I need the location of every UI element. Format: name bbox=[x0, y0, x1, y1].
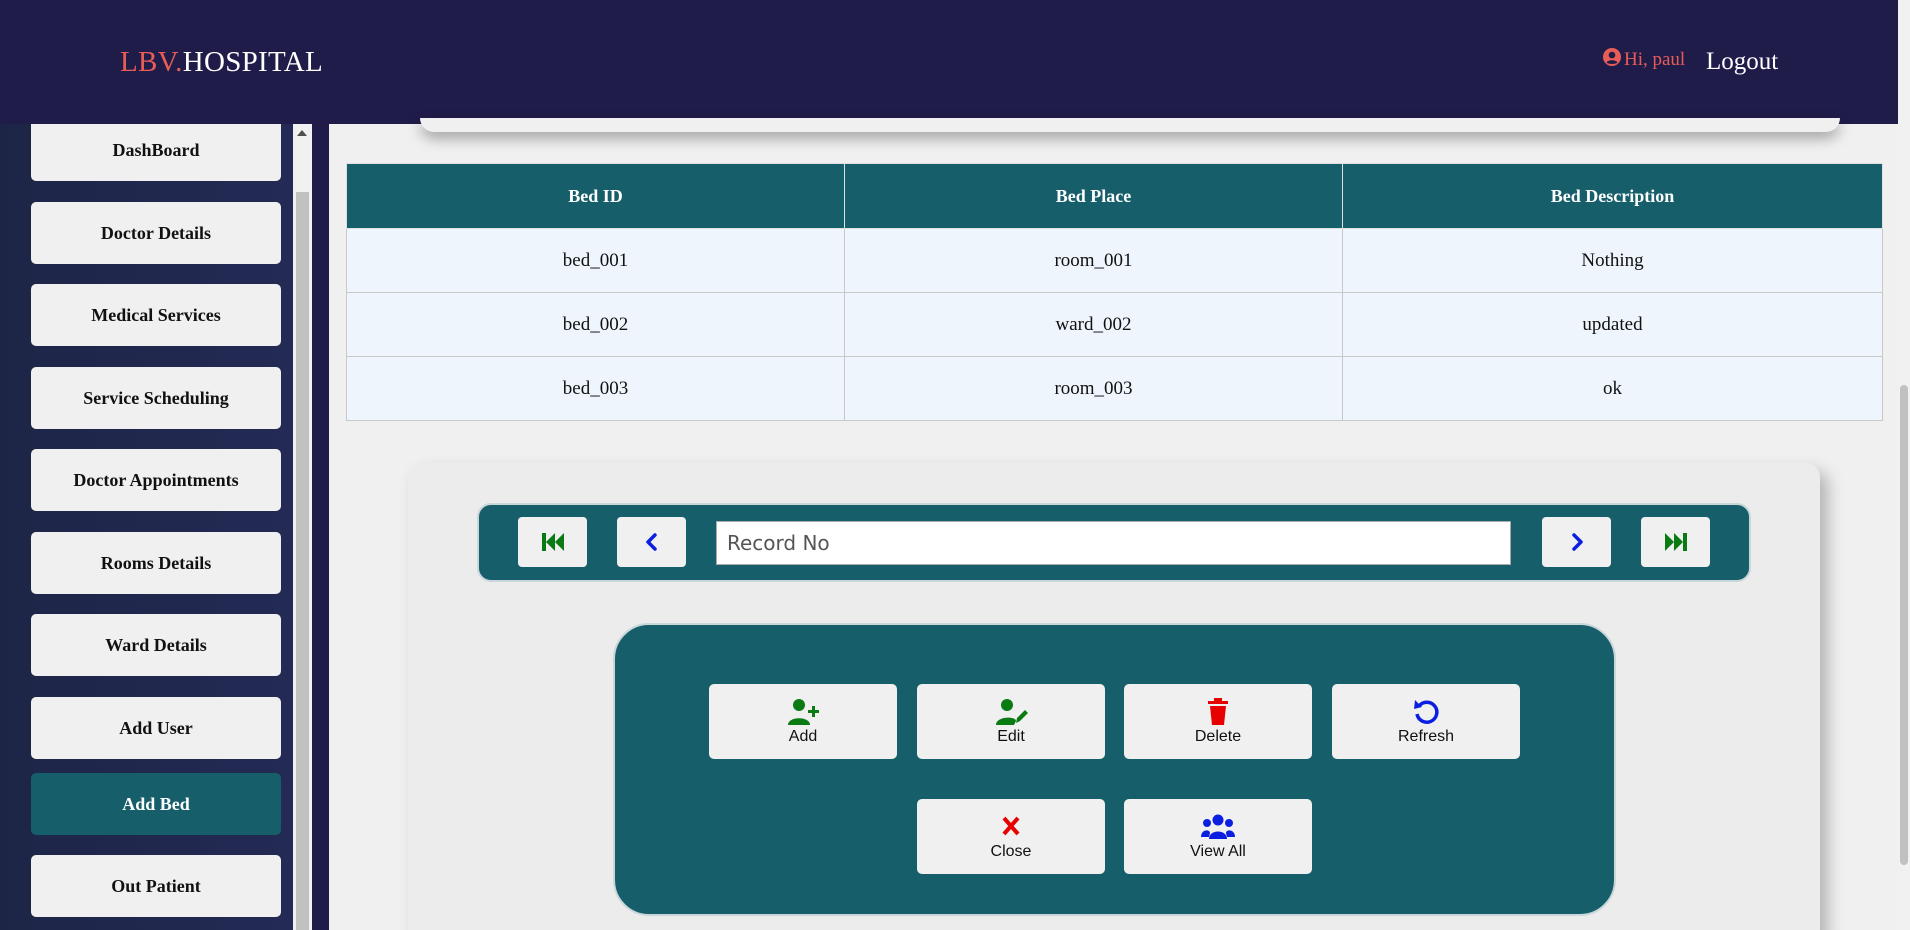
edit-button[interactable]: Edit bbox=[917, 684, 1105, 759]
bed-table: Bed ID Bed Place Bed Description bed_001… bbox=[346, 163, 1883, 421]
brand-logo[interactable]: LBV.HOSPITAL bbox=[120, 46, 323, 79]
refresh-icon bbox=[1414, 699, 1439, 724]
sidebar-item-doctor-appointments[interactable]: Doctor Appointments bbox=[31, 449, 281, 511]
cell-bed-description: ok bbox=[1342, 356, 1883, 421]
main-divider bbox=[312, 124, 329, 930]
user-plus-icon bbox=[788, 698, 819, 725]
column-header-bed-description[interactable]: Bed Description bbox=[1342, 163, 1883, 229]
sidebar-item-out-patient[interactable]: Out Patient bbox=[31, 855, 281, 917]
logout-link[interactable]: Logout bbox=[1706, 48, 1778, 76]
column-header-bed-id[interactable]: Bed ID bbox=[346, 163, 845, 229]
cell-bed-description: Nothing bbox=[1342, 228, 1883, 293]
next-record-icon bbox=[1571, 533, 1583, 551]
table-row[interactable]: bed_002 ward_002 updated bbox=[346, 292, 1883, 357]
cell-bed-id: bed_001 bbox=[346, 228, 845, 293]
first-record-button[interactable] bbox=[518, 517, 587, 567]
top-header: LBV.HOSPITAL Hi, paul Logout bbox=[0, 0, 1898, 124]
sidebar-item-add-user[interactable]: Add User bbox=[31, 697, 281, 759]
sidebar: DashBoard Doctor Details Medical Service… bbox=[0, 124, 293, 930]
refresh-button[interactable]: Refresh bbox=[1332, 684, 1520, 759]
page-scrollbar[interactable] bbox=[1898, 0, 1910, 930]
sidebar-item-dashboard[interactable]: DashBoard bbox=[31, 124, 281, 181]
page-scrollbar-thumb[interactable] bbox=[1900, 385, 1908, 865]
delete-label: Delete bbox=[1194, 727, 1242, 745]
table-header-row: Bed ID Bed Place Bed Description bbox=[346, 163, 1883, 229]
close-button[interactable]: Close bbox=[917, 799, 1105, 874]
user-greeting[interactable]: Hi, paul bbox=[1602, 48, 1686, 71]
cell-bed-id: bed_003 bbox=[346, 356, 845, 421]
first-record-icon bbox=[541, 533, 564, 551]
refresh-label: Refresh bbox=[1397, 727, 1455, 745]
brand-prefix: LBV. bbox=[120, 46, 183, 78]
user-circle-icon bbox=[1603, 48, 1621, 66]
trash-icon bbox=[1208, 697, 1228, 725]
close-icon bbox=[1002, 816, 1020, 835]
cell-bed-place: room_003 bbox=[844, 356, 1343, 421]
sidebar-scrollbar-thumb[interactable] bbox=[296, 192, 309, 930]
user-edit-icon bbox=[996, 698, 1028, 725]
cell-bed-place: room_001 bbox=[844, 228, 1343, 293]
delete-button[interactable]: Delete bbox=[1124, 684, 1312, 759]
scroll-up-arrow-icon[interactable] bbox=[297, 130, 307, 136]
previous-record-button[interactable] bbox=[617, 517, 686, 567]
next-record-button[interactable] bbox=[1542, 517, 1611, 567]
last-record-button[interactable] bbox=[1641, 517, 1710, 567]
sidebar-item-add-bed[interactable]: Add Bed bbox=[31, 773, 281, 835]
cell-bed-id: bed_002 bbox=[346, 292, 845, 357]
users-icon bbox=[1201, 814, 1235, 839]
sidebar-item-medical-services[interactable]: Medical Services bbox=[31, 284, 281, 346]
add-label: Add bbox=[788, 727, 818, 745]
sidebar-item-rooms-details[interactable]: Rooms Details bbox=[31, 532, 281, 594]
cell-bed-description: updated bbox=[1342, 292, 1883, 357]
sidebar-scrollbar[interactable] bbox=[293, 124, 312, 930]
view-all-label: View All bbox=[1190, 842, 1246, 860]
close-label: Close bbox=[990, 842, 1032, 860]
cell-bed-place: ward_002 bbox=[844, 292, 1343, 357]
add-button[interactable]: Add bbox=[709, 684, 897, 759]
brand-suffix: HOSPITAL bbox=[182, 46, 323, 78]
table-row[interactable]: bed_003 room_003 ok bbox=[346, 356, 1883, 421]
edit-label: Edit bbox=[997, 727, 1025, 745]
column-header-bed-place[interactable]: Bed Place bbox=[844, 163, 1343, 229]
view-all-button[interactable]: View All bbox=[1124, 799, 1312, 874]
last-record-icon bbox=[1664, 533, 1687, 551]
sidebar-item-ward-details[interactable]: Ward Details bbox=[31, 614, 281, 676]
sidebar-item-doctor-details[interactable]: Doctor Details bbox=[31, 202, 281, 264]
header-shadow bbox=[420, 118, 1840, 132]
record-number-input[interactable] bbox=[716, 521, 1511, 565]
action-panel bbox=[613, 623, 1616, 916]
sidebar-item-service-scheduling[interactable]: Service Scheduling bbox=[31, 367, 281, 429]
previous-record-icon bbox=[645, 533, 657, 551]
table-row[interactable]: bed_001 room_001 Nothing bbox=[346, 228, 1883, 293]
greeting-text: Hi, paul bbox=[1624, 49, 1686, 70]
